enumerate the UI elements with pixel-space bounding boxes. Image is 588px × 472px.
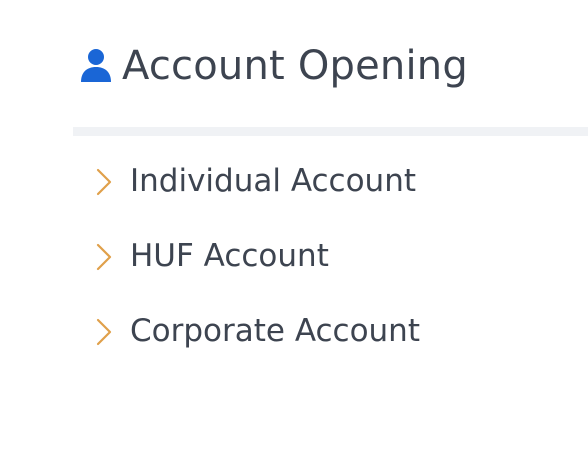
menu-item-label[interactable]: Corporate Account <box>130 306 420 356</box>
menu-item-label[interactable]: Individual Account <box>130 156 416 206</box>
chevron-right-icon <box>93 166 115 198</box>
menu-item-individual-account[interactable]: Individual Account <box>93 156 420 231</box>
page-title: Account Opening <box>122 43 468 89</box>
chevron-right-icon <box>93 316 115 348</box>
menu-item-corporate-account[interactable]: Corporate Account <box>93 306 420 381</box>
account-menu: Individual Account HUF Account Corporate… <box>93 156 420 381</box>
user-icon <box>80 48 112 84</box>
chevron-right-icon <box>93 241 115 273</box>
divider <box>73 127 588 136</box>
menu-item-label[interactable]: HUF Account <box>130 231 329 281</box>
section-header: Account Opening <box>80 38 468 94</box>
menu-item-huf-account[interactable]: HUF Account <box>93 231 420 306</box>
